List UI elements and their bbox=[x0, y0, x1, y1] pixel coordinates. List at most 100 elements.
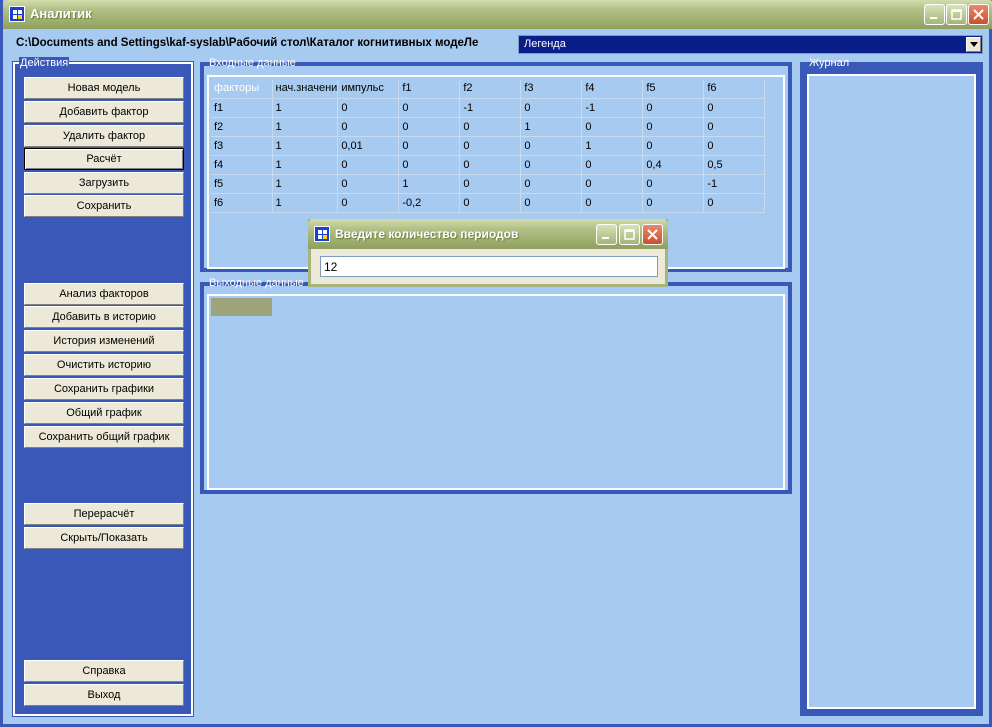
header-cell[interactable]: f6 bbox=[703, 79, 766, 99]
load-button[interactable]: Загрузить bbox=[24, 172, 184, 194]
table-cell[interactable]: 0 bbox=[398, 155, 461, 175]
exit-button[interactable]: Выход bbox=[24, 684, 184, 706]
table-cell[interactable]: 1 bbox=[272, 174, 339, 194]
table-cell[interactable]: 0 bbox=[642, 117, 705, 137]
help-button[interactable]: Справка bbox=[24, 660, 184, 682]
table-cell[interactable]: 0 bbox=[642, 98, 705, 118]
output-corner-cell[interactable] bbox=[211, 298, 272, 316]
table-cell[interactable]: 1 bbox=[272, 117, 339, 137]
output-data-group: Выходные данные bbox=[200, 277, 792, 494]
table-cell[interactable]: 0 bbox=[398, 136, 461, 156]
header-cell[interactable]: факторы bbox=[211, 79, 273, 99]
table-cell[interactable]: 0 bbox=[581, 193, 644, 213]
table-cell[interactable]: 0 bbox=[337, 117, 400, 137]
output-data-grid[interactable] bbox=[207, 294, 785, 490]
table-cell[interactable]: 0 bbox=[459, 193, 522, 213]
table-cell[interactable]: 1 bbox=[520, 117, 583, 137]
table-cell[interactable]: 0 bbox=[459, 117, 522, 137]
title-bar[interactable]: Аналитик bbox=[3, 0, 992, 29]
table-cell[interactable]: 0 bbox=[520, 174, 583, 194]
table-cell[interactable]: 0 bbox=[520, 155, 583, 175]
header-cell[interactable]: импульс bbox=[337, 79, 400, 99]
table-cell[interactable]: 0 bbox=[459, 155, 522, 175]
table-cell[interactable]: 0 bbox=[337, 174, 400, 194]
table-cell[interactable]: 0 bbox=[642, 136, 705, 156]
table-row: f6 1 0 -0,2 0 0 0 0 0 bbox=[211, 193, 766, 213]
table-cell[interactable]: 0,5 bbox=[703, 155, 766, 175]
add-factor-button[interactable]: Добавить фактор bbox=[24, 101, 184, 123]
clear-history-button[interactable]: Очистить историю bbox=[24, 354, 184, 376]
header-cell[interactable]: f3 bbox=[520, 79, 583, 99]
hide-show-button[interactable]: Скрыть/Показать bbox=[24, 527, 184, 549]
table-cell[interactable]: 0 bbox=[703, 117, 766, 137]
delete-factor-button[interactable]: Удалить фактор bbox=[24, 125, 184, 147]
table-cell[interactable]: 0 bbox=[642, 174, 705, 194]
journal-label: Журнал bbox=[809, 57, 850, 69]
factor-analysis-button[interactable]: Анализ факторов bbox=[24, 283, 184, 305]
table-cell[interactable]: 0,01 bbox=[337, 136, 400, 156]
dialog-close-button[interactable] bbox=[642, 224, 663, 245]
table-cell[interactable]: 0 bbox=[337, 193, 400, 213]
overall-chart-button[interactable]: Общий график bbox=[24, 402, 184, 424]
dialog-title-bar[interactable]: Введите количество периодов bbox=[308, 219, 668, 249]
table-cell[interactable]: 0 bbox=[703, 136, 766, 156]
table-cell[interactable]: f6 bbox=[211, 193, 273, 213]
change-history-button[interactable]: История изменений bbox=[24, 330, 184, 352]
table-cell[interactable]: 1 bbox=[398, 174, 461, 194]
table-cell[interactable]: 0 bbox=[520, 193, 583, 213]
legend-dropdown-button[interactable] bbox=[966, 37, 981, 52]
calculate-button[interactable]: Расчёт bbox=[24, 148, 184, 170]
table-cell[interactable]: 0 bbox=[581, 174, 644, 194]
table-cell[interactable]: 0 bbox=[337, 155, 400, 175]
journal-log-area[interactable] bbox=[807, 74, 976, 709]
table-cell[interactable]: -0,2 bbox=[398, 193, 461, 213]
close-button[interactable] bbox=[968, 4, 989, 25]
table-cell[interactable]: f5 bbox=[211, 174, 273, 194]
table-cell[interactable]: -1 bbox=[459, 98, 522, 118]
table-cell[interactable]: -1 bbox=[703, 174, 766, 194]
input-data-table[interactable]: факторы нач.значени импульс f1 f2 f3 f4 … bbox=[211, 79, 766, 213]
table-cell[interactable]: 1 bbox=[272, 98, 339, 118]
table-cell[interactable]: 0 bbox=[703, 98, 766, 118]
table-cell[interactable]: 0 bbox=[642, 193, 705, 213]
table-cell[interactable]: f2 bbox=[211, 117, 273, 137]
app-icon[interactable] bbox=[9, 6, 25, 22]
dialog-app-icon[interactable] bbox=[314, 226, 330, 242]
maximize-button[interactable] bbox=[946, 4, 967, 25]
header-cell[interactable]: нач.значени bbox=[272, 79, 339, 99]
header-cell[interactable]: f2 bbox=[459, 79, 522, 99]
table-cell[interactable]: -1 bbox=[581, 98, 644, 118]
new-model-button[interactable]: Новая модель bbox=[24, 77, 184, 99]
table-cell[interactable]: 0 bbox=[703, 193, 766, 213]
legend-select[interactable]: Легенда bbox=[518, 35, 983, 54]
table-cell[interactable]: 1 bbox=[272, 136, 339, 156]
header-cell[interactable]: f1 bbox=[398, 79, 461, 99]
dialog-minimize-button[interactable] bbox=[596, 224, 617, 245]
periods-input[interactable] bbox=[320, 256, 658, 277]
table-cell[interactable]: 0 bbox=[581, 155, 644, 175]
table-cell[interactable]: 1 bbox=[272, 155, 339, 175]
table-cell[interactable]: 0,4 bbox=[642, 155, 705, 175]
table-cell[interactable]: f1 bbox=[211, 98, 273, 118]
table-cell[interactable]: 0 bbox=[459, 136, 522, 156]
table-cell[interactable]: 0 bbox=[398, 98, 461, 118]
table-cell[interactable]: 0 bbox=[520, 136, 583, 156]
recalculate-button[interactable]: Перерасчёт bbox=[24, 503, 184, 525]
table-cell[interactable]: 1 bbox=[272, 193, 339, 213]
table-cell[interactable]: f3 bbox=[211, 136, 273, 156]
table-cell[interactable]: 0 bbox=[520, 98, 583, 118]
table-cell[interactable]: 0 bbox=[337, 98, 400, 118]
table-cell[interactable]: 1 bbox=[581, 136, 644, 156]
table-cell[interactable]: 0 bbox=[459, 174, 522, 194]
dialog-maximize-button[interactable] bbox=[619, 224, 640, 245]
save-overall-chart-button[interactable]: Сохранить общий график bbox=[24, 426, 184, 448]
table-cell[interactable]: f4 bbox=[211, 155, 273, 175]
table-cell[interactable]: 0 bbox=[398, 117, 461, 137]
minimize-button[interactable] bbox=[924, 4, 945, 25]
add-to-history-button[interactable]: Добавить в историю bbox=[24, 306, 184, 328]
save-button[interactable]: Сохранить bbox=[24, 195, 184, 217]
save-charts-button[interactable]: Сохранить графики bbox=[24, 378, 184, 400]
header-cell[interactable]: f5 bbox=[642, 79, 705, 99]
table-cell[interactable]: 0 bbox=[581, 117, 644, 137]
header-cell[interactable]: f4 bbox=[581, 79, 644, 99]
